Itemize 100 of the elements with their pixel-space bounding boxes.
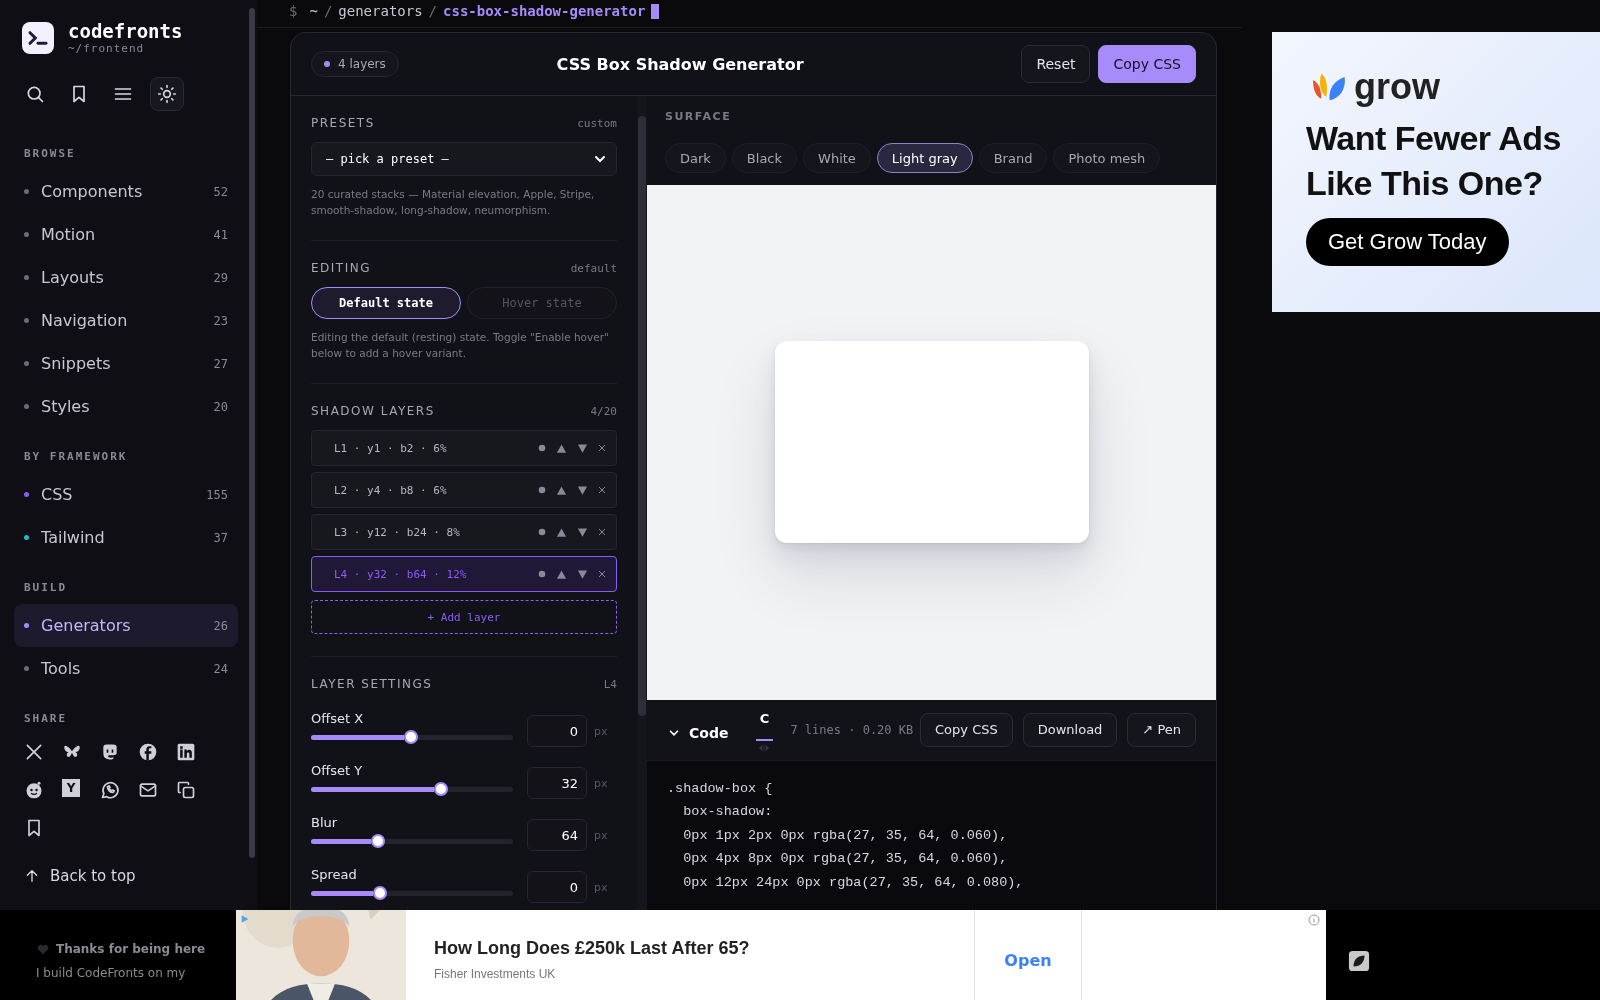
number-field[interactable]: 32 [527, 767, 587, 799]
panel-title: CSS Box Shadow Generator [555, 54, 805, 74]
nav-item[interactable]: Components 52 [14, 170, 238, 213]
surface-chip[interactable]: Dark [665, 143, 726, 173]
whatsapp-icon[interactable] [100, 780, 120, 800]
number-field[interactable]: 0 [527, 715, 587, 747]
nav-item[interactable]: Generators 26 [14, 604, 238, 647]
terminal-logo-icon[interactable] [22, 21, 54, 54]
item-count: 26 [213, 618, 228, 633]
move-down-icon[interactable] [577, 526, 588, 538]
item-count: 23 [213, 313, 228, 328]
reddit-icon[interactable] [24, 780, 44, 800]
copy-icon[interactable] [176, 780, 196, 800]
slider-label: Offset X [311, 710, 365, 726]
nav-item[interactable]: CSS 155 [14, 473, 238, 516]
nav-label: Tools [41, 659, 82, 678]
preset-dropdown[interactable]: – pick a preset – [311, 142, 617, 176]
layer-row[interactable]: L1 · y1 · b2 · 6% [311, 430, 617, 466]
ad-banner[interactable]: grow Want Fewer Ads Like This One? Get Grow Today [1272, 32, 1600, 312]
nav-label: Generators [41, 616, 132, 635]
ad-cta-button[interactable]: Get Grow Today [1306, 218, 1509, 266]
nav-item[interactable]: Navigation 23 [14, 299, 238, 342]
nav-item[interactable]: Layouts 29 [14, 256, 238, 299]
visibility-dot-icon[interactable] [538, 486, 546, 494]
item-count: 155 [206, 487, 228, 502]
item-count: 37 [213, 530, 228, 545]
slider-thumb[interactable] [434, 781, 449, 796]
linkedin-icon[interactable] [176, 742, 196, 762]
nav-label: Tailwind [41, 528, 106, 547]
slider-thumb[interactable] [404, 729, 418, 744]
copy-button[interactable]: Copy CSS [1098, 45, 1196, 83]
scrollbar[interactable] [638, 116, 646, 716]
nav-item[interactable]: Snippets 27 [14, 342, 238, 385]
layer-label: L2 · y4 · b8 · 6% [334, 483, 447, 497]
surface-chip[interactable]: Light gray [876, 143, 973, 173]
section-value: default [570, 261, 617, 275]
help-text: 20 curated stacks — Material elevation, Apple, Stripe, smooth-shadow, long-shadow, neumorphism. [311, 187, 596, 218]
nav-item[interactable]: Tailwind 37 [14, 516, 238, 559]
heart-icon [36, 942, 50, 956]
mail-icon[interactable] [138, 780, 158, 800]
open-pen-button[interactable]: ↗ Pen [1127, 712, 1196, 747]
add-layer-button[interactable]: + Add layer [311, 600, 617, 634]
nav-item[interactable]: Styles 20 [14, 385, 238, 428]
move-down-icon[interactable] [577, 568, 588, 580]
nav-item[interactable]: Motion 41 [14, 213, 238, 256]
breadcrumb-link[interactable]: ~ [309, 3, 318, 19]
close-icon[interactable] [598, 570, 606, 578]
close-icon[interactable] [598, 528, 606, 536]
surface-chip[interactable]: Photo mesh [1053, 143, 1161, 173]
layer-row[interactable]: L4 · y32 · b64 · 12% [311, 556, 617, 592]
state-tab[interactable]: Default state [311, 287, 461, 319]
move-up-icon[interactable] [556, 484, 567, 496]
surface-chip[interactable]: Black [731, 143, 798, 173]
surface-chip[interactable]: White [803, 143, 871, 173]
slider-thumb[interactable] [370, 833, 385, 848]
sun-button[interactable] [150, 77, 184, 111]
share-link[interactable]: Y [62, 779, 80, 797]
download-button[interactable]: Download [1022, 712, 1118, 747]
copy-button[interactable]: Copy CSS [920, 712, 1013, 747]
surface-chip[interactable]: Brand [978, 143, 1048, 173]
open-button[interactable]: Open [974, 910, 1082, 1000]
site-path: ~/frontend [68, 42, 146, 55]
breadcrumb-link[interactable]: generators [338, 3, 423, 19]
slider-thumb[interactable] [372, 885, 387, 900]
leaf-icon[interactable] [1348, 950, 1370, 972]
visibility-dot-icon[interactable] [538, 444, 546, 452]
layer-row[interactable]: L3 · y12 · b24 · 8% [311, 514, 617, 550]
facebook-icon[interactable] [138, 742, 158, 762]
reset-button[interactable]: Reset [1021, 45, 1091, 83]
unit-label: px [594, 776, 608, 790]
close-icon[interactable] [598, 444, 606, 452]
layer-count-badge: 4 layers [311, 51, 399, 77]
breadcrumb-current: css-box-shadow-generator [443, 3, 646, 19]
code-toggle[interactable]: Code [667, 724, 729, 741]
nav-label: Components [41, 182, 144, 201]
scrollbar[interactable] [249, 8, 255, 858]
move-up-icon[interactable] [556, 526, 567, 538]
ad-headline: How Long Does £250k Last After 65? [434, 938, 751, 959]
nav-item[interactable]: Tools 24 [14, 647, 238, 690]
item-count: 27 [213, 356, 228, 371]
number-field[interactable]: 0 [527, 871, 587, 903]
search-icon[interactable] [25, 84, 45, 104]
layer-label: L1 · y1 · b2 · 6% [334, 441, 447, 455]
x-logo-icon[interactable] [24, 742, 44, 762]
visibility-dot-icon[interactable] [538, 528, 546, 536]
section-heading: SURFACE [665, 110, 733, 123]
number-field[interactable]: 64 [527, 819, 587, 851]
sun-icon[interactable] [157, 84, 177, 104]
move-up-icon[interactable] [556, 442, 567, 454]
move-down-icon[interactable] [577, 484, 588, 496]
move-up-icon[interactable] [556, 568, 567, 580]
move-down-icon[interactable] [577, 442, 588, 454]
chat-bubble-icon[interactable] [100, 742, 120, 762]
ad-banner[interactable]: How Long Does £250k Last After 65? Fisher Investments UK Open [236, 910, 1326, 1000]
layer-row[interactable]: L2 · y4 · b8 · 6% [311, 472, 617, 508]
visibility-dot-icon[interactable] [538, 570, 546, 578]
close-icon[interactable] [598, 486, 606, 494]
file-tab[interactable]: C [755, 706, 774, 741]
section-heading: SHADOW LAYERS [311, 404, 435, 418]
back-to-top-link[interactable]: Back to top [24, 867, 238, 885]
